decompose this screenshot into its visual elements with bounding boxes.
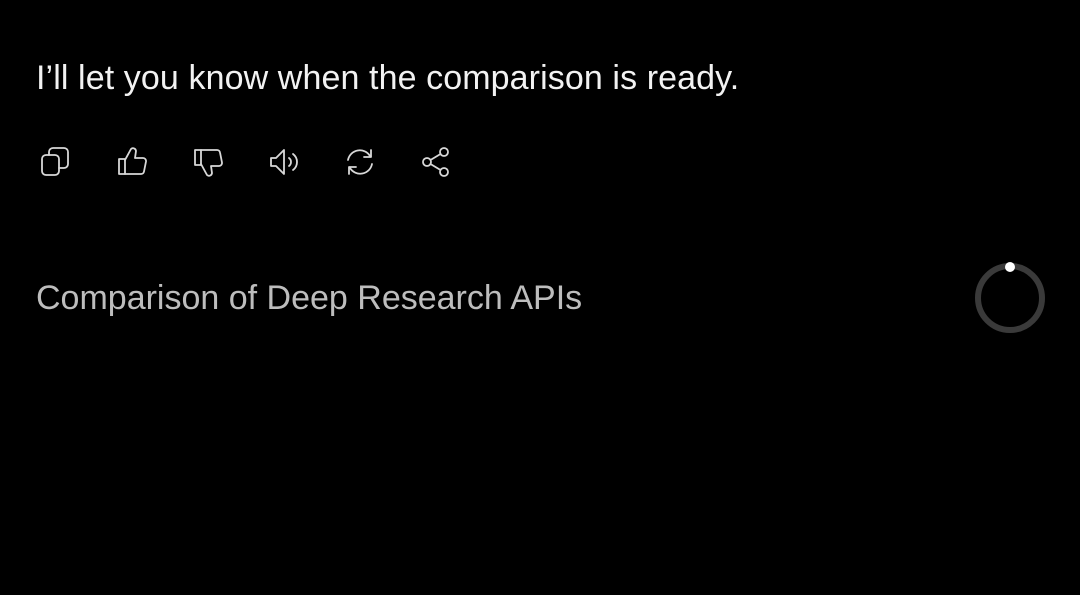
task-title: Comparison of Deep Research APIs bbox=[36, 279, 583, 317]
regenerate-button[interactable] bbox=[340, 142, 380, 182]
copy-icon bbox=[41, 147, 69, 176]
message-actions bbox=[36, 142, 492, 182]
refresh-icon bbox=[347, 149, 373, 175]
thumbs-up-icon bbox=[118, 147, 147, 175]
share-button[interactable] bbox=[416, 142, 456, 182]
thumbs-down-icon bbox=[194, 149, 223, 177]
assistant-message: I’ll let you know when the comparison is… bbox=[36, 59, 740, 97]
loading-spinner-icon bbox=[975, 262, 1045, 333]
read-aloud-button[interactable] bbox=[264, 142, 304, 182]
share-icon bbox=[422, 147, 449, 177]
copy-button[interactable] bbox=[36, 142, 76, 182]
research-task-item[interactable]: Comparison of Deep Research APIs bbox=[36, 262, 1046, 334]
dislike-button[interactable] bbox=[188, 142, 228, 182]
speaker-icon bbox=[270, 149, 298, 175]
like-button[interactable] bbox=[112, 142, 152, 182]
